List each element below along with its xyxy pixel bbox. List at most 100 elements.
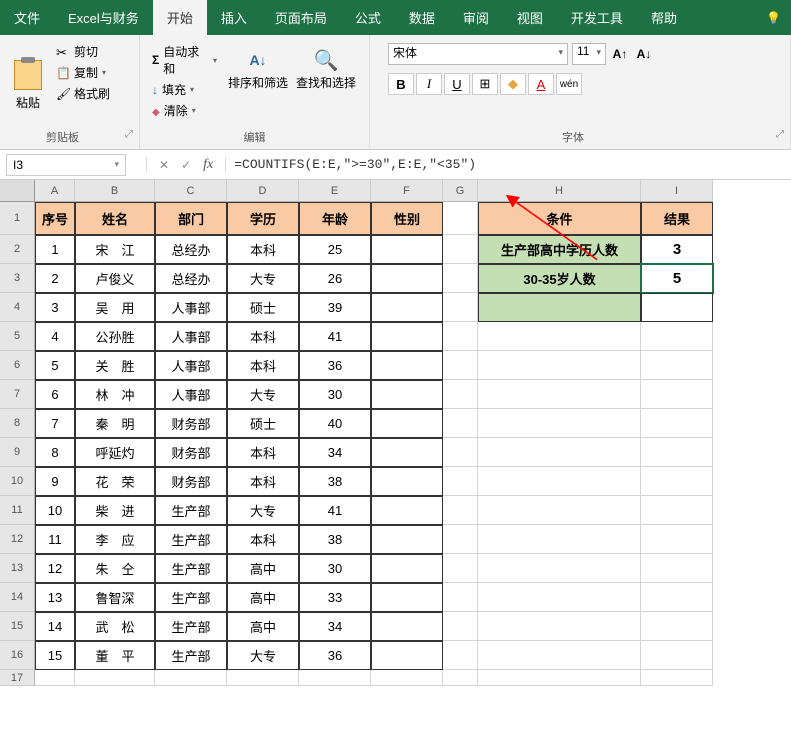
col-header[interactable]: E xyxy=(299,180,371,202)
cell[interactable]: 性别 xyxy=(371,202,443,235)
cell[interactable] xyxy=(227,670,299,686)
cell[interactable] xyxy=(478,380,641,409)
cell[interactable] xyxy=(478,641,641,670)
cell[interactable] xyxy=(443,438,478,467)
menu-page-layout[interactable]: 页面布局 xyxy=(261,0,341,35)
bold-button[interactable]: B xyxy=(388,73,414,95)
cell[interactable]: 秦 明 xyxy=(75,409,155,438)
cell[interactable] xyxy=(641,467,713,496)
cell[interactable]: 本科 xyxy=(227,467,299,496)
cell[interactable]: 部门 xyxy=(155,202,227,235)
cell[interactable] xyxy=(35,670,75,686)
menu-view[interactable]: 视图 xyxy=(503,0,557,35)
cell[interactable] xyxy=(478,322,641,351)
cell[interactable] xyxy=(371,583,443,612)
col-header[interactable]: G xyxy=(443,180,478,202)
cell[interactable] xyxy=(443,670,478,686)
cell[interactable]: 大专 xyxy=(227,496,299,525)
cell[interactable]: 41 xyxy=(299,496,371,525)
col-header[interactable]: F xyxy=(371,180,443,202)
row-header[interactable]: 5 xyxy=(0,322,35,351)
menu-excel-finance[interactable]: Excel与财务 xyxy=(54,0,153,35)
col-header[interactable]: H xyxy=(478,180,641,202)
border-button[interactable]: ⊞ xyxy=(472,73,498,95)
cell[interactable]: 大专 xyxy=(227,264,299,293)
cell[interactable]: 结果 xyxy=(641,202,713,235)
cell[interactable]: 人事部 xyxy=(155,380,227,409)
cell[interactable]: 财务部 xyxy=(155,467,227,496)
cell[interactable]: 硕士 xyxy=(227,293,299,322)
cell[interactable] xyxy=(443,554,478,583)
cell[interactable]: 总经办 xyxy=(155,264,227,293)
cell[interactable] xyxy=(641,293,713,322)
col-header[interactable]: A xyxy=(35,180,75,202)
cell[interactable] xyxy=(371,670,443,686)
sort-filter-button[interactable]: 排序和筛选 xyxy=(227,43,289,133)
col-header[interactable]: C xyxy=(155,180,227,202)
cell[interactable] xyxy=(371,264,443,293)
shrink-font-button[interactable]: A↓ xyxy=(634,43,654,65)
cell[interactable]: 公孙胜 xyxy=(75,322,155,351)
cell[interactable]: 30 xyxy=(299,554,371,583)
cell[interactable] xyxy=(75,670,155,686)
cell[interactable]: 38 xyxy=(299,467,371,496)
cell[interactable] xyxy=(641,496,713,525)
font-launcher-icon[interactable]: ⤢ xyxy=(776,129,784,140)
row-header[interactable]: 7 xyxy=(0,380,35,409)
autosum-button[interactable]: 自动求和 ▾ xyxy=(152,43,217,77)
cell[interactable]: 序号 xyxy=(35,202,75,235)
cell[interactable]: 生产部 xyxy=(155,583,227,612)
cell[interactable] xyxy=(371,409,443,438)
font-color-button[interactable]: A xyxy=(528,73,554,95)
cell[interactable] xyxy=(641,612,713,641)
cell[interactable] xyxy=(371,525,443,554)
col-header[interactable]: B xyxy=(75,180,155,202)
row-header[interactable]: 15 xyxy=(0,612,35,641)
cell[interactable] xyxy=(478,467,641,496)
cell[interactable]: 12 xyxy=(35,554,75,583)
row-header[interactable]: 3 xyxy=(0,264,35,293)
cell[interactable] xyxy=(443,202,478,235)
cell[interactable]: 生产部高中学历人数 xyxy=(478,235,641,264)
cell[interactable]: 41 xyxy=(299,322,371,351)
cell[interactable] xyxy=(371,235,443,264)
menu-review[interactable]: 审阅 xyxy=(449,0,503,35)
cell[interactable] xyxy=(641,554,713,583)
cell[interactable]: 5 xyxy=(35,351,75,380)
cell[interactable] xyxy=(641,670,713,686)
cell[interactable] xyxy=(641,525,713,554)
cell[interactable] xyxy=(443,293,478,322)
row-header[interactable]: 16 xyxy=(0,641,35,670)
cell[interactable]: 38 xyxy=(299,525,371,554)
cell[interactable]: 生产部 xyxy=(155,525,227,554)
cell[interactable]: 25 xyxy=(299,235,371,264)
cell[interactable]: 生产部 xyxy=(155,554,227,583)
cell[interactable] xyxy=(478,351,641,380)
row-header[interactable]: 10 xyxy=(0,467,35,496)
cell[interactable] xyxy=(443,409,478,438)
cut-button[interactable]: 剪切 xyxy=(56,43,110,60)
italic-button[interactable]: I xyxy=(416,73,442,95)
cell[interactable] xyxy=(155,670,227,686)
cell[interactable]: 李 应 xyxy=(75,525,155,554)
cell[interactable]: 呼延灼 xyxy=(75,438,155,467)
cell[interactable]: 大专 xyxy=(227,380,299,409)
cell[interactable]: 财务部 xyxy=(155,438,227,467)
menu-file[interactable]: 文件 xyxy=(0,0,54,35)
cell[interactable]: 人事部 xyxy=(155,293,227,322)
cell[interactable]: 33 xyxy=(299,583,371,612)
cell[interactable]: 15 xyxy=(35,641,75,670)
cell[interactable] xyxy=(371,554,443,583)
cell[interactable]: 7 xyxy=(35,409,75,438)
cell[interactable] xyxy=(443,380,478,409)
cell[interactable] xyxy=(371,293,443,322)
cell[interactable]: 30 xyxy=(299,380,371,409)
cell[interactable]: 34 xyxy=(299,438,371,467)
cell[interactable]: 10 xyxy=(35,496,75,525)
cell[interactable]: 26 xyxy=(299,264,371,293)
cell[interactable]: 本科 xyxy=(227,351,299,380)
cell[interactable] xyxy=(443,641,478,670)
cell[interactable]: 40 xyxy=(299,409,371,438)
cell[interactable]: 本科 xyxy=(227,438,299,467)
font-size-select[interactable]: 11 xyxy=(572,43,606,65)
